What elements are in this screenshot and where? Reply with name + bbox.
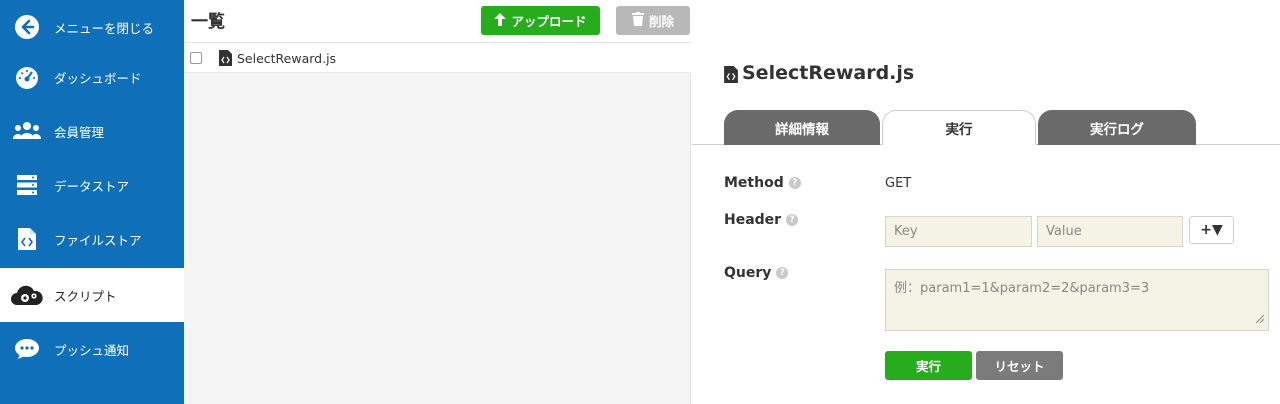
sidebar-item-label: 会員管理 [54, 124, 105, 140]
page-title: SelectReward.js [742, 62, 915, 84]
method-value: GET [885, 176, 912, 191]
cloud-gear-icon [0, 268, 54, 322]
tab-details[interactable]: 詳細情報 [724, 110, 880, 145]
upload-button[interactable]: アップロード [481, 6, 600, 35]
help-icon[interactable]: ? [788, 177, 801, 189]
sidebar-item-label: ダッシュボード [54, 70, 142, 86]
query-label-text: Query [724, 265, 772, 281]
query-label: Query ? [724, 265, 789, 281]
header-value-input[interactable]: Value [1037, 216, 1183, 247]
sidebar-item-label: ファイルストア [54, 232, 142, 248]
database-icon [0, 158, 54, 212]
sidebar-item-datastore[interactable]: データストア [0, 158, 184, 212]
reset-button[interactable]: リセット [976, 351, 1063, 380]
tab-execute[interactable]: 実行 [882, 110, 1036, 145]
sidebar-item-label: データストア [54, 178, 130, 194]
method-label-text: Method [724, 175, 784, 191]
delete-label: 削除 [648, 14, 674, 29]
list-header: 一覧 アップロード 削除 [184, 0, 691, 43]
sidebar-item-script[interactable]: スクリプト [0, 268, 184, 322]
delete-button[interactable]: 削除 [616, 6, 690, 35]
header-label-text: Header [724, 212, 782, 228]
list-item[interactable]: SelectReward.js [184, 43, 691, 73]
header-key-input[interactable]: Key [885, 216, 1032, 247]
arrow-left-circle-icon [0, 0, 54, 54]
detail-panel: SelectReward.js 詳細情報 実行 実行ログ Method ? GE… [692, 0, 1280, 404]
query-placeholder: 例：param1=1&param2=2&param3=3 [894, 281, 1150, 296]
upload-label: アップロード [511, 14, 587, 29]
speedometer-icon [0, 50, 54, 104]
help-icon[interactable]: ? [776, 267, 789, 279]
run-button[interactable]: 実行 [885, 351, 972, 380]
sidebar-item-members[interactable]: 会員管理 [0, 104, 184, 158]
file-code-icon [724, 66, 738, 87]
method-label: Method ? [724, 175, 801, 191]
sidebar-item-close-menu[interactable]: メニューを閉じる [0, 0, 184, 54]
sidebar-item-filestore[interactable]: ファイルストア [0, 212, 184, 266]
help-icon[interactable]: ? [786, 214, 799, 226]
file-code-icon [219, 50, 232, 70]
tab-execution-log[interactable]: 実行ログ [1038, 110, 1196, 145]
sidebar-item-dashboard[interactable]: ダッシュボード [0, 50, 184, 104]
plus-filter-icon: +▼ [1200, 222, 1223, 238]
arrow-up-icon [494, 12, 507, 29]
sidebar-item-label: メニューを閉じる [54, 20, 155, 36]
header-label: Header ? [724, 212, 799, 228]
resize-handle-icon[interactable] [1255, 312, 1265, 327]
sidebar-item-push[interactable]: プッシュ通知 [0, 322, 184, 376]
sidebar: メニューを閉じる ダッシュボード 会員管理 データストア ファイルストア スクリ… [0, 0, 184, 404]
add-header-button[interactable]: +▼ [1189, 216, 1234, 244]
chat-bubble-icon [0, 322, 54, 376]
file-name[interactable]: SelectReward.js [237, 51, 336, 66]
file-list-panel: 一覧 アップロード 削除 SelectReward.js [184, 0, 691, 404]
file-code-icon [0, 212, 54, 266]
users-icon [0, 104, 54, 158]
sidebar-item-label: プッシュ通知 [54, 342, 130, 358]
sidebar-item-label: スクリプト [54, 288, 117, 304]
list-title: 一覧 [191, 12, 225, 32]
trash-icon [631, 12, 644, 29]
query-textarea[interactable]: 例：param1=1&param2=2&param3=3 [885, 269, 1269, 331]
file-checkbox[interactable] [190, 52, 202, 64]
